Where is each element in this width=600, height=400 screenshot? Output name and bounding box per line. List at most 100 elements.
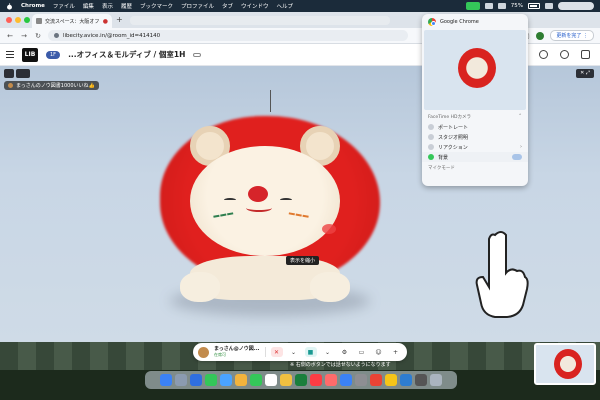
site-info-icon[interactable]: [54, 33, 59, 38]
layout-controls: [4, 69, 30, 78]
omnibox[interactable]: libecity.avice.in/@room_id=414140: [48, 30, 408, 41]
app-icon-3[interactable]: [400, 374, 412, 386]
reactions-label: リアクション: [438, 144, 468, 151]
add-icon[interactable]: +: [390, 347, 402, 357]
forward-icon[interactable]: →: [20, 32, 28, 40]
studio-light-option[interactable]: スタジオ照明: [422, 132, 528, 142]
plush-lion-video: [150, 90, 400, 326]
finder-icon[interactable]: [160, 374, 172, 386]
camera-section-label: FaceTime HDカメラ: [428, 115, 471, 120]
back-icon[interactable]: ←: [6, 32, 14, 40]
user-info[interactable]: まっさん@ノウ図... 在席可: [214, 347, 260, 357]
menu-profiles[interactable]: プロファイル: [181, 2, 214, 10]
music-icon[interactable]: [310, 374, 322, 386]
url-text[interactable]: libecity.avice.in/@room_id=414140: [63, 33, 160, 39]
battery-percent: 75%: [510, 3, 523, 9]
popover-app-name: Google Chrome: [440, 19, 479, 25]
user-avatar[interactable]: [198, 346, 209, 358]
mail-icon[interactable]: [220, 374, 232, 386]
volume-icon[interactable]: [497, 3, 506, 9]
close-window-button[interactable]: [6, 17, 12, 23]
mic-mode-label[interactable]: マイクモード: [422, 162, 528, 174]
update-button[interactable]: 更新を完了 ⋮: [550, 30, 594, 41]
menu-file[interactable]: ファイル: [53, 2, 75, 10]
reload-icon[interactable]: ↻: [34, 32, 42, 40]
room-title: ...オフィス＆モルディブ / 個室1H: [68, 50, 186, 59]
launchpad-icon[interactable]: [175, 374, 187, 386]
reactions-option[interactable]: リアクション ›: [422, 142, 528, 152]
photos-icon[interactable]: [235, 374, 247, 386]
podcasts-icon[interactable]: [325, 374, 337, 386]
menu-app-name[interactable]: Chrome: [21, 3, 45, 9]
people-view-icon[interactable]: [16, 69, 30, 78]
camera-preview: [424, 30, 526, 110]
menu-tab[interactable]: タブ: [222, 2, 233, 10]
trash-icon[interactable]: [430, 374, 442, 386]
chevron-up-icon[interactable]: ⌃: [518, 114, 522, 120]
menubar-status-icon[interactable]: [484, 3, 493, 9]
members-icon[interactable]: [560, 50, 569, 59]
messages-icon[interactable]: [205, 374, 217, 386]
menu-window[interactable]: ウインドウ: [241, 2, 269, 10]
active-tab[interactable]: 交流スペース：大阪オフィ ●: [32, 14, 112, 28]
user-status: 在席可: [214, 351, 226, 357]
notification-bell-icon[interactable]: [539, 50, 548, 59]
menu-bookmarks[interactable]: ブックマーク: [140, 2, 173, 10]
zoom-window-button[interactable]: [24, 17, 30, 23]
app-icon[interactable]: [295, 374, 307, 386]
apple-icon[interactable]: [6, 2, 13, 10]
system-settings-icon[interactable]: [355, 374, 367, 386]
calendar-icon[interactable]: [265, 374, 277, 386]
menu-edit[interactable]: 編集: [83, 2, 94, 10]
background-toggle[interactable]: [512, 154, 522, 160]
emoji-reaction-icon[interactable]: ☺: [373, 347, 385, 357]
background-option[interactable]: 背景: [422, 152, 528, 162]
wifi-icon[interactable]: [545, 3, 553, 9]
tab-close-icon[interactable]: ●: [103, 18, 108, 25]
profile-avatar[interactable]: [536, 31, 545, 40]
chat-icon[interactable]: [581, 50, 590, 59]
camera-effects-popover: Google Chrome FaceTime HDカメラ ⌃ ポートレート スタ…: [422, 14, 528, 186]
menu-view[interactable]: 表示: [102, 2, 113, 10]
collapse-view-button[interactable]: ✕ ⤢: [576, 69, 594, 78]
facetime-icon[interactable]: [250, 374, 262, 386]
reaction-icon: [428, 144, 434, 150]
map-notice: ※ 右側のボタンでは話せないようになります: [290, 362, 391, 368]
hamburger-menu-icon[interactable]: [6, 51, 14, 58]
screen-share-icon[interactable]: ▭: [356, 347, 368, 357]
macos-menubar: Chrome ファイル 編集 表示 履歴 ブックマーク プロファイル タブ ウイ…: [0, 0, 600, 12]
window-controls: [6, 17, 30, 23]
new-tab-button[interactable]: +: [116, 15, 123, 24]
popover-header: Google Chrome: [422, 14, 528, 30]
macos-dock: [145, 371, 457, 389]
camera-icon[interactable]: ■: [304, 347, 317, 357]
link-icon[interactable]: [193, 52, 202, 57]
notes-icon[interactable]: [280, 374, 292, 386]
self-view-thumbnail[interactable]: [534, 343, 596, 385]
chrome-icon[interactable]: [370, 374, 382, 386]
grid-view-icon[interactable]: [4, 69, 14, 78]
portrait-option[interactable]: ポートレート: [422, 122, 528, 132]
app-icon-2[interactable]: [385, 374, 397, 386]
speaker-name-chip: まっさんのノウ図書1000いいね👍: [4, 81, 99, 90]
minimize-window-button[interactable]: [15, 17, 21, 23]
floor-badge[interactable]: 1F: [46, 50, 61, 59]
portrait-label: ポートレート: [438, 124, 469, 131]
favicon-icon: [36, 18, 42, 24]
speaker-avatar: [8, 83, 13, 88]
mic-off-icon[interactable]: ✕: [270, 347, 283, 357]
clock-blurred: [558, 2, 594, 10]
facetime-status-icon[interactable]: [465, 2, 480, 10]
app-store-icon[interactable]: [340, 374, 352, 386]
menu-history[interactable]: 履歴: [121, 2, 132, 10]
battery-icon[interactable]: [528, 3, 540, 9]
chevron-right-icon: ›: [520, 144, 522, 150]
camera-section-header[interactable]: FaceTime HDカメラ ⌃: [422, 110, 528, 122]
safari-icon[interactable]: [190, 374, 202, 386]
menu-help[interactable]: ヘルプ: [277, 2, 294, 10]
settings-gear-icon[interactable]: ⚙: [339, 347, 351, 357]
downloads-icon[interactable]: [415, 374, 427, 386]
camera-menu-chevron-icon[interactable]: ⌄: [322, 347, 334, 357]
app-logo[interactable]: LIB: [22, 47, 38, 62]
mic-menu-chevron-icon[interactable]: ⌄: [288, 347, 300, 357]
